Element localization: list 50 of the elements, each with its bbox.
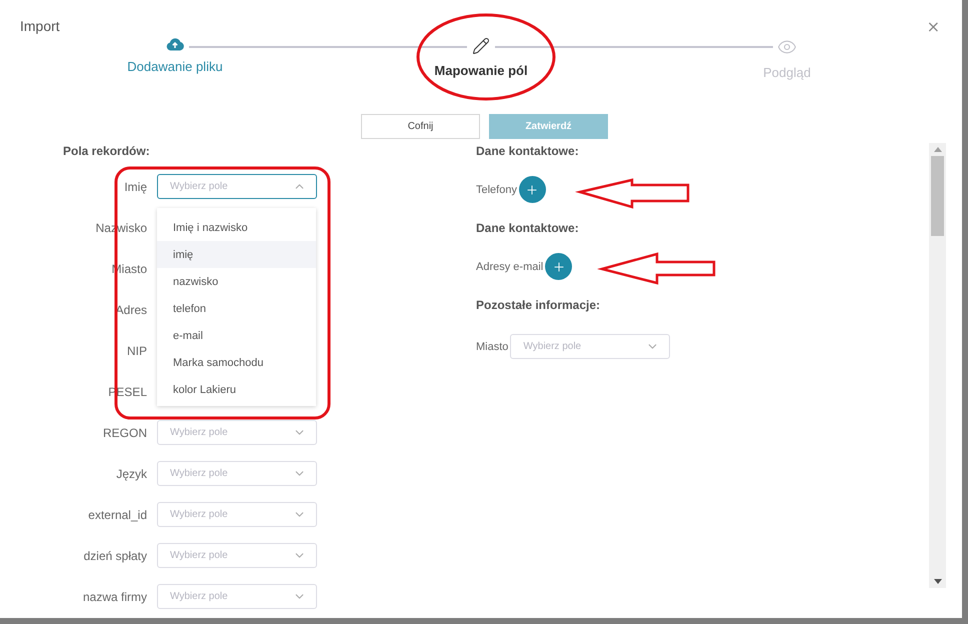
add-button[interactable] [545, 253, 572, 280]
field-label: Adres [114, 302, 147, 316]
select-placeholder: Wybierz pole [523, 341, 582, 352]
field-label: dzień spłaty [82, 548, 147, 562]
dropdown-option[interactable]: imię [157, 241, 316, 268]
dropdown-option[interactable]: telefon [157, 295, 316, 322]
dropdown-option[interactable]: Imię i nazwisko [157, 214, 316, 241]
back-button[interactable]: Cofnij [361, 114, 480, 139]
field-label: Język [115, 466, 147, 480]
scroll-up-icon[interactable] [934, 147, 942, 152]
dropdown-option[interactable]: Marka samochodu [157, 349, 316, 376]
plus-icon [525, 182, 540, 196]
field-label: Miasto [476, 340, 508, 352]
field-label: REGON [102, 426, 147, 440]
field-label: Adresy e-mail [476, 260, 544, 272]
select-field[interactable]: Wybierz pole [157, 502, 317, 527]
select-placeholder: Wybierz pole [170, 427, 228, 438]
section-heading: Dane kontaktowe: [476, 221, 580, 237]
close-button[interactable]: × [922, 18, 944, 36]
field-label: external_id [87, 508, 147, 522]
select-field[interactable]: Wybierz pole [157, 543, 317, 568]
select-placeholder: Wybierz pole [170, 181, 228, 192]
step-label[interactable]: Mapowanie pól [434, 63, 528, 78]
cloud-upload-icon [166, 37, 184, 51]
select-field[interactable]: Wybierz pole [157, 174, 317, 199]
field-label: NIP [126, 344, 147, 358]
select-placeholder: Wybierz pole [170, 468, 228, 479]
select-field[interactable]: Wybierz pole [157, 461, 317, 486]
dropdown-option[interactable]: kolor Lakieru [157, 376, 316, 403]
scroll-down-icon[interactable] [934, 579, 942, 584]
scrollbar-thumb[interactable] [931, 156, 944, 236]
section-heading: Pozostałe informacje: [476, 298, 602, 314]
select-placeholder: Wybierz pole [170, 509, 228, 520]
select-field[interactable]: Wybierz pole [510, 334, 670, 359]
dropdown-option[interactable]: e-mail [157, 322, 316, 349]
dropdown-option[interactable]: nazwisko [157, 268, 316, 295]
section-heading: Pola rekordów: [63, 144, 151, 160]
select-placeholder: Wybierz pole [170, 591, 228, 602]
plus-icon [552, 260, 566, 274]
step-label[interactable]: Dodawanie pliku [127, 59, 223, 74]
field-label: Telefony [476, 184, 517, 196]
add-button[interactable] [518, 176, 546, 203]
pencil-icon [472, 37, 490, 55]
section-heading: Dane kontaktowe: [476, 144, 580, 160]
select-field[interactable]: Wybierz pole [157, 420, 317, 445]
select-placeholder: Wybierz pole [170, 550, 228, 561]
field-label: nazwa firmy [82, 590, 147, 604]
field-label: Imię [123, 180, 147, 194]
select-field[interactable]: Wybierz pole [157, 584, 317, 609]
scrollbar[interactable] [929, 143, 946, 588]
